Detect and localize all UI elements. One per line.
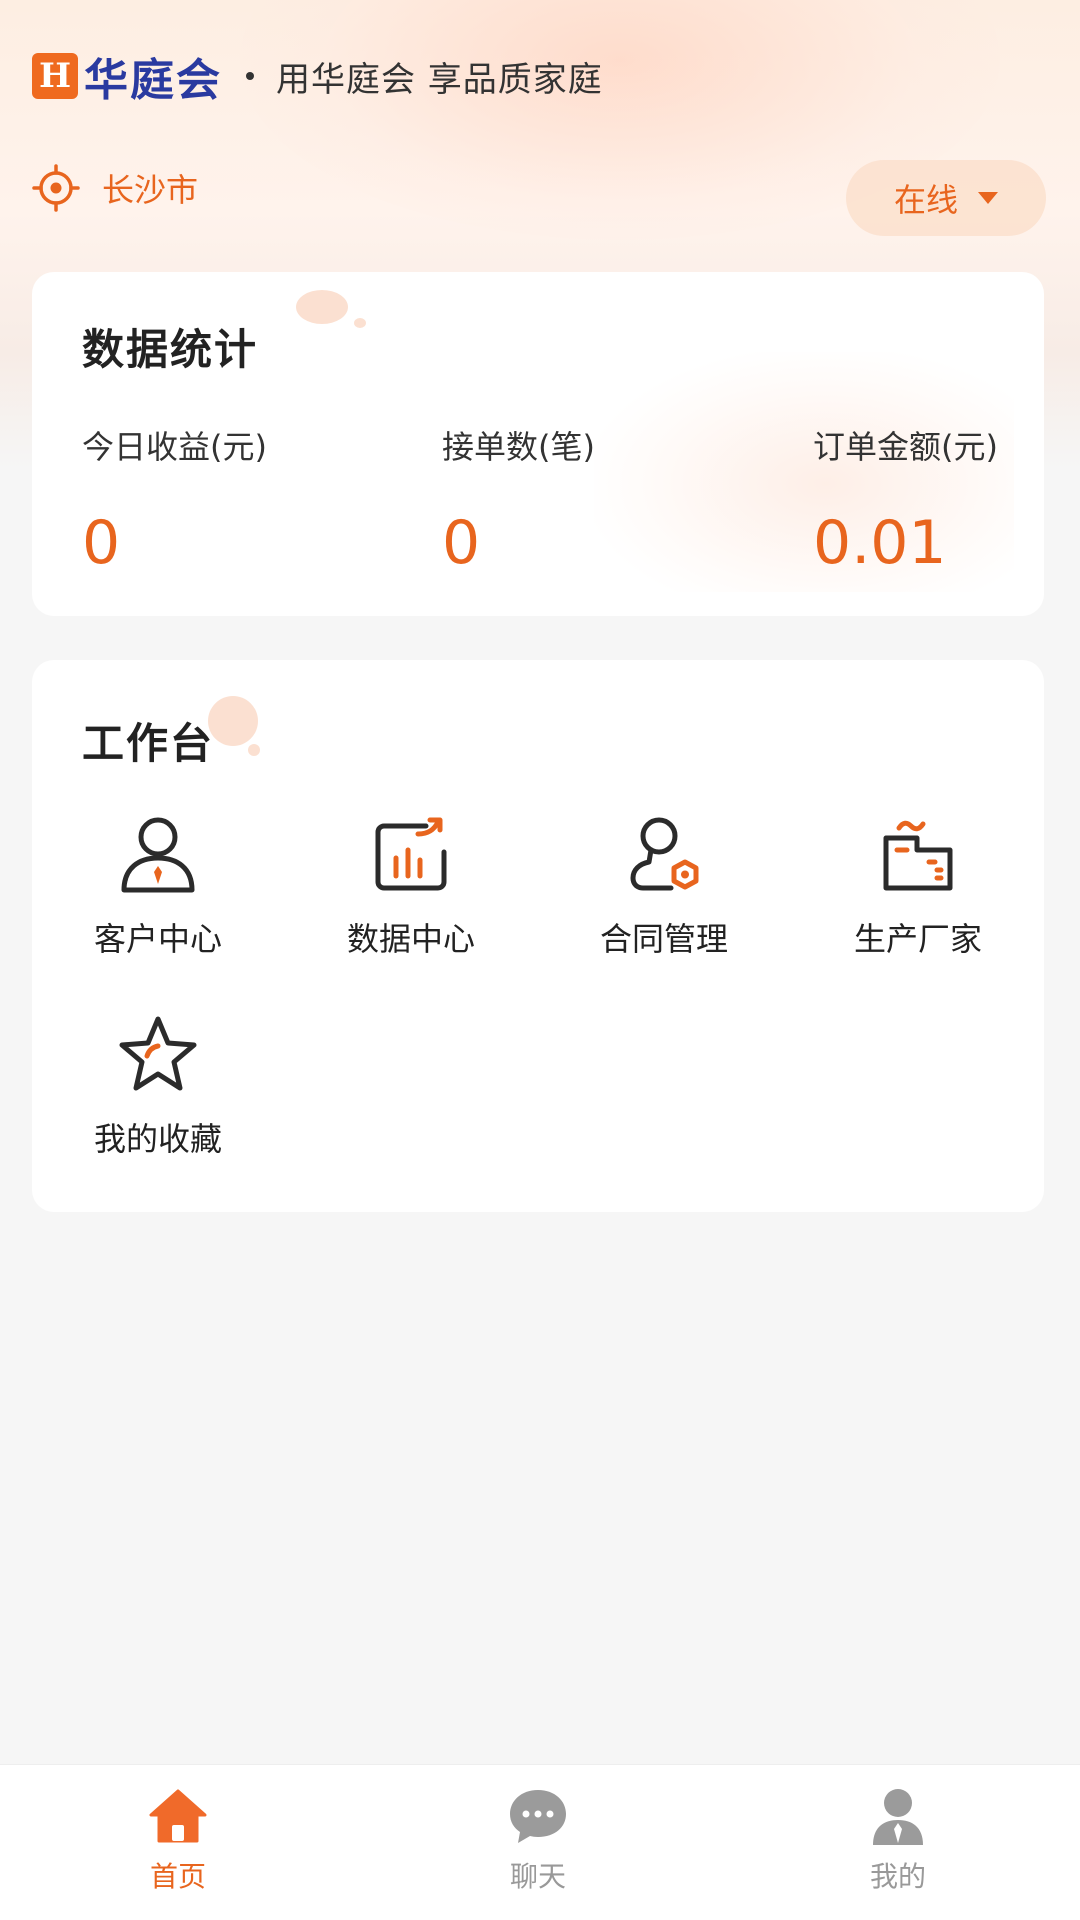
workbench-item-contract-management[interactable]: 合同管理 xyxy=(564,810,764,960)
tab-chat[interactable]: 聊天 xyxy=(458,1783,618,1895)
chat-icon xyxy=(510,1790,566,1843)
stats-card: 数据统计 今日收益(元) 0 接单数(笔) 0 订单金额(元) 0.01 xyxy=(32,272,1044,616)
tab-label: 聊天 xyxy=(509,1860,566,1893)
location-target-icon xyxy=(32,164,80,212)
tab-label: 首页 xyxy=(149,1860,206,1893)
stat-label: 订单金额(元) xyxy=(813,428,998,466)
contract-stamp-icon xyxy=(630,817,699,891)
workbench-card: 工作台 客户中心 数据中心 合同管理 生产厂家 我的收藏 xyxy=(32,660,1044,1212)
data-chart-icon xyxy=(375,817,447,891)
stat-label: 今日收益(元) xyxy=(82,428,267,466)
status-label: 在线 xyxy=(893,181,958,219)
tab-mine[interactable]: 我的 xyxy=(818,1783,978,1895)
app-header: H 华庭会 用华庭会 享品质家庭 xyxy=(32,48,603,106)
workbench-item-label: 我的收藏 xyxy=(93,1120,222,1158)
slogan: 用华庭会 享品质家庭 xyxy=(276,59,603,100)
workbench-item-label: 生产厂家 xyxy=(853,920,982,958)
workbench-item-label: 数据中心 xyxy=(346,920,475,958)
stat-order-amount: 订单金额(元) 0.01 xyxy=(813,422,998,578)
user-icon xyxy=(873,1789,923,1845)
caret-down-icon xyxy=(978,192,998,204)
logo-text: 华庭会 xyxy=(84,55,222,106)
stat-value: 0 xyxy=(442,508,481,578)
stat-today-income: 今日收益(元) 0 xyxy=(82,422,267,578)
location-selector[interactable]: 长沙市 xyxy=(32,164,198,212)
stats-title: 数据统计 xyxy=(82,325,259,374)
decor-bubble xyxy=(248,744,260,756)
workbench-item-label: 合同管理 xyxy=(599,920,728,958)
workbench-item-manufacturer[interactable]: 生产厂家 xyxy=(818,810,1018,960)
separator-dot xyxy=(246,72,254,80)
factory-icon xyxy=(883,820,953,891)
star-icon xyxy=(119,1016,197,1091)
workbench-item-label: 客户中心 xyxy=(93,920,222,958)
bottom-tab-bar: 首页 聊天 我的 xyxy=(0,1764,1080,1920)
home-page: H 华庭会 用华庭会 享品质家庭 长沙市 在线 数据统计 今日收益(元) 0 接… xyxy=(0,0,1080,1920)
workbench-item-data-center[interactable]: 数据中心 xyxy=(311,810,511,960)
city-label: 长沙市 xyxy=(102,171,199,209)
stat-value: 0.01 xyxy=(813,508,947,578)
workbench-item-customer-center[interactable]: 客户中心 xyxy=(58,810,258,960)
decor-bubble xyxy=(354,318,366,328)
decor-bubble xyxy=(208,696,258,746)
stat-label: 接单数(笔) xyxy=(442,428,595,466)
workbench-item-favorites[interactable]: 我的收藏 xyxy=(58,1010,258,1160)
stat-value: 0 xyxy=(82,508,121,578)
tab-home[interactable]: 首页 xyxy=(98,1783,258,1895)
workbench-title: 工作台 xyxy=(82,719,215,768)
online-status-dropdown[interactable]: 在线 xyxy=(846,160,1046,236)
decor-bubble xyxy=(296,290,348,324)
home-icon xyxy=(149,1789,207,1843)
logo-mark: H xyxy=(32,53,78,99)
tab-label: 我的 xyxy=(869,1860,926,1893)
customer-icon xyxy=(121,817,195,893)
stat-order-count: 接单数(笔) 0 xyxy=(442,422,595,578)
